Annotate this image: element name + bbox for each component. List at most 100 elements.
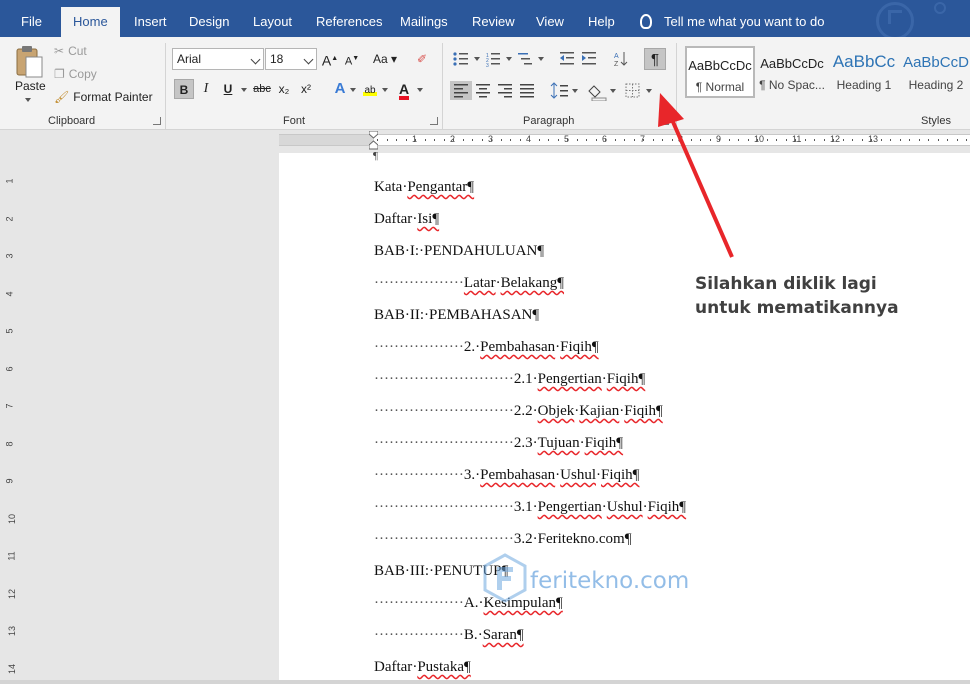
ruler-tick <box>766 139 768 141</box>
status-bar-edge <box>0 680 970 684</box>
document-paragraph[interactable]: ····························3.1·Pengerti… <box>374 499 686 516</box>
style-heading-2[interactable]: AaBbCcD Heading 2 <box>902 46 970 98</box>
style-no-spacing[interactable]: AaBbCcDc ¶ No Spac... <box>759 46 825 98</box>
ruler-tick <box>510 139 511 141</box>
style-sample: AaBbCcDc <box>688 58 752 73</box>
document-paragraph[interactable]: Daftar·Pustaka¶ <box>374 659 471 676</box>
cut-button[interactable]: ✂ Cut <box>54 44 87 58</box>
decorative-arrow-icon <box>888 10 902 24</box>
paragraph-text: B.·Saran¶ <box>463 627 524 643</box>
document-paragraph[interactable]: ····························3.2·Feritekn… <box>374 531 632 548</box>
paragraph-text: Daftar·Pustaka¶ <box>374 659 471 675</box>
align-center-icon <box>476 84 490 98</box>
tab-file[interactable]: File <box>19 7 44 37</box>
paragraph-text: Kata·Pengantar¶ <box>374 179 475 195</box>
document-paragraph[interactable]: ··················2.·Pembahasan·Fiqih¶ <box>374 339 599 356</box>
style-name: ¶ No Spac... <box>759 78 825 92</box>
bold-icon: B <box>179 83 189 97</box>
document-paragraph[interactable]: BAB·I:·PENDAHULUAN¶ <box>374 243 544 260</box>
ruler-tick <box>852 139 853 141</box>
show-hide-formatting-button[interactable]: ¶ <box>644 48 666 70</box>
italic-button[interactable]: I <box>196 79 216 99</box>
ruler-tick <box>396 139 397 141</box>
tab-insert[interactable]: Insert <box>132 7 169 37</box>
tab-home[interactable]: Home <box>61 7 120 37</box>
ruler-tick <box>386 139 388 141</box>
document-paragraph[interactable]: Kata·Pengantar¶ <box>374 179 474 196</box>
tab-help[interactable]: Help <box>586 7 617 37</box>
horizontal-ruler[interactable]: 12345678910111213 <box>279 134 970 146</box>
tab-layout[interactable]: Layout <box>251 7 294 37</box>
clipboard-dialog-launcher[interactable] <box>153 117 161 125</box>
ruler-number: 7 <box>4 403 15 409</box>
superscript-button[interactable]: x² <box>296 79 316 99</box>
ruler-tick <box>415 139 416 141</box>
highlight-dropdown-icon[interactable] <box>382 88 388 92</box>
tell-me-search[interactable]: Tell me what you want to do <box>640 7 824 37</box>
document-paragraph[interactable]: ··················3.·Pembahasan·Ushul·Fi… <box>374 467 639 484</box>
clear-formatting-button[interactable]: ✐ <box>412 49 432 69</box>
tab-references[interactable]: References <box>314 7 384 37</box>
ruler-number: 3 <box>4 253 15 259</box>
text-effects-button[interactable]: A <box>330 79 350 99</box>
tab-view[interactable]: View <box>534 7 566 37</box>
style-heading-1[interactable]: AaBbCc Heading 1 <box>830 46 898 98</box>
ruler-number: 12 <box>830 134 841 144</box>
paragraph-text: Latar·Belakang¶ <box>463 275 565 291</box>
bold-button[interactable]: B <box>174 79 194 99</box>
paragraph-text: 3.2·Feritekno.com¶ <box>513 531 632 547</box>
strikethrough-button[interactable]: abc <box>251 79 273 99</box>
change-case-button[interactable]: Aa ▾ <box>370 49 400 69</box>
font-name-select[interactable]: Arial <box>172 48 264 70</box>
tab-review[interactable]: Review <box>470 7 517 37</box>
copy-button[interactable]: ❐ Copy <box>54 67 97 81</box>
ruler-tick <box>814 139 815 141</box>
ruler-number: 1 <box>4 178 15 184</box>
superscript-icon: x² <box>301 82 311 96</box>
document-paragraph[interactable]: ····························2.3·Tujuan·F… <box>374 435 623 452</box>
paragraph-group-label: Paragraph <box>523 115 575 127</box>
paragraph-text: BAB·I:·PENDAHULUAN¶ <box>374 243 545 259</box>
paste-label[interactable]: Paste <box>15 79 46 93</box>
text-effects-dropdown-icon[interactable] <box>350 88 356 92</box>
ruler-tick <box>776 139 777 141</box>
document-paragraph[interactable]: ····························2.1·Pengerti… <box>374 371 645 388</box>
format-painter-button[interactable]: 🖌 Format Painter <box>54 90 153 104</box>
underline-dropdown-icon[interactable] <box>241 88 247 92</box>
pilcrow-icon: ¶ <box>650 51 660 68</box>
empty-paragraph-mark: ¶ <box>373 150 378 162</box>
document-paragraph[interactable]: ··················Latar·Belakang¶ <box>374 275 564 292</box>
ruler-number: 13 <box>7 625 18 637</box>
font-size-select[interactable]: 18 <box>265 48 317 70</box>
scissors-icon: ✂ <box>54 44 65 58</box>
ruler-tick <box>605 139 606 141</box>
shrink-font-button[interactable]: A▼ <box>342 49 362 69</box>
watermark-text: feritekno.com <box>530 568 690 594</box>
document-paragraph[interactable]: ··················A.·Kesimpulan¶ <box>374 595 563 612</box>
tab-design[interactable]: Design <box>187 7 231 37</box>
copy-icon: ❐ <box>54 67 65 81</box>
cut-label: Cut <box>68 44 87 58</box>
tab-leader: ···························· <box>374 403 514 419</box>
ruler-tick <box>614 139 616 141</box>
font-color-dropdown-icon[interactable] <box>417 88 423 92</box>
ruler-tick <box>899 139 901 141</box>
decorative-ring-icon <box>934 2 946 14</box>
style-name: Heading 1 <box>836 78 892 92</box>
subscript-button[interactable]: x₂ <box>274 79 294 99</box>
paste-dropdown-icon[interactable] <box>25 98 31 102</box>
vertical-ruler[interactable]: 123456789101112131415 <box>0 130 22 684</box>
grow-font-button[interactable]: A▲ <box>320 49 340 69</box>
document-paragraph[interactable]: ····························2.2·Objek·Ka… <box>374 403 663 420</box>
document-paragraph[interactable]: BAB·II:·PEMBAHASAN¶ <box>374 307 539 324</box>
tab-mailings[interactable]: Mailings <box>398 7 450 37</box>
paste-button[interactable] <box>15 45 45 79</box>
lightbulb-icon <box>640 14 652 29</box>
underline-button[interactable]: U <box>218 79 238 99</box>
document-paragraph[interactable]: ··················B.·Saran¶ <box>374 627 524 644</box>
font-color-button[interactable]: A <box>394 79 414 100</box>
highlight-button[interactable]: ab <box>360 79 380 99</box>
document-paragraph[interactable]: Daftar·Isi¶ <box>374 211 439 228</box>
font-dialog-launcher[interactable] <box>430 117 438 125</box>
style-sample: AaBbCc <box>832 52 896 71</box>
